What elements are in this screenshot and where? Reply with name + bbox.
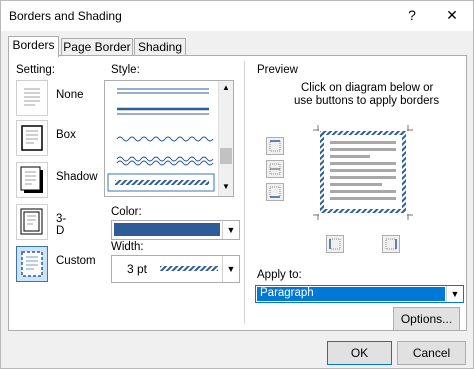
cancel-button[interactable]: Cancel	[397, 341, 466, 365]
setting-box-label: Box	[56, 129, 76, 141]
scroll-down-icon[interactable]: ▼	[222, 182, 230, 191]
tab-shading-label: Shading	[137, 40, 183, 54]
style-heading: Style:	[111, 64, 140, 76]
setting-shadow-icon	[16, 162, 48, 198]
setting-box-icon	[16, 120, 48, 156]
width-heading: Width:	[111, 241, 144, 253]
setting-3d-label: 3-D	[56, 213, 67, 237]
left-border-button[interactable]	[326, 235, 344, 253]
chevron-down-icon[interactable]: ▼	[222, 256, 239, 282]
setting-custom-icon	[16, 246, 48, 282]
style-item-thick-thin	[117, 107, 209, 115]
width-preview-line	[160, 266, 218, 271]
right-border-button[interactable]	[382, 235, 400, 253]
setting-custom-label: Custom	[56, 255, 96, 267]
top-border-button[interactable]	[266, 137, 284, 155]
inside-horizontal-border-button[interactable]	[266, 160, 284, 178]
style-item-diagonal-striped	[115, 180, 209, 185]
tab-shading[interactable]: Shading	[134, 38, 186, 56]
close-button[interactable]: ✕	[441, 5, 463, 25]
setting-shadow-label: Shadow	[56, 171, 98, 183]
preview-instruction-line2: use buttons to apply borders	[294, 95, 440, 107]
options-button[interactable]: Options...	[393, 307, 460, 331]
style-list-scrollbar[interactable]: ▲ ▼	[218, 81, 233, 196]
preview-diagram[interactable]	[313, 125, 413, 220]
preview-heading: Preview	[257, 64, 298, 76]
chevron-down-icon[interactable]: ▼	[222, 221, 239, 239]
setting-heading: Setting:	[16, 64, 55, 76]
chevron-down-icon[interactable]: ▼	[446, 286, 463, 302]
style-item-double-wavy	[116, 156, 214, 166]
apply-to-highlight: Paragraph	[257, 287, 445, 301]
scroll-thumb[interactable]	[220, 148, 232, 164]
width-value: 3 pt	[127, 262, 148, 276]
color-heading: Color:	[111, 206, 142, 218]
style-list[interactable]: ▲ ▼	[104, 80, 234, 197]
setting-3d-icon	[16, 204, 48, 240]
setting-none-label: None	[56, 89, 84, 101]
tab-borders[interactable]: Borders	[8, 36, 59, 57]
setting-none-icon	[16, 80, 48, 116]
color-swatch	[114, 223, 220, 236]
width-combo[interactable]: 3 pt ▼	[111, 255, 240, 283]
style-list-items	[107, 88, 215, 192]
bottom-border-button[interactable]	[266, 183, 284, 201]
help-button[interactable]: ?	[401, 5, 423, 25]
apply-to-value: Paragraph	[260, 287, 314, 299]
style-item-double-line	[117, 88, 209, 94]
section-divider	[244, 61, 245, 324]
apply-to-heading: Apply to:	[257, 269, 302, 281]
preview-instruction-line1: Click on diagram below or	[301, 82, 434, 94]
apply-to-combo[interactable]: Paragraph ▼	[255, 285, 464, 303]
ok-button[interactable]: OK	[327, 341, 392, 365]
color-combo[interactable]: ▼	[111, 220, 240, 240]
tab-borders-label: Borders	[12, 38, 55, 52]
style-item-wavy	[116, 136, 214, 142]
tab-page-border-label: Page Border	[63, 40, 131, 54]
tab-page-border[interactable]: Page Border	[61, 38, 133, 56]
title-bar: Borders and Shading ? ✕	[1, 1, 473, 31]
borders-and-shading-dialog: Borders and Shading ? ✕ Borders Page Bor…	[0, 0, 474, 369]
dialog-title: Borders and Shading	[9, 9, 122, 23]
scroll-up-icon[interactable]: ▲	[222, 83, 230, 92]
